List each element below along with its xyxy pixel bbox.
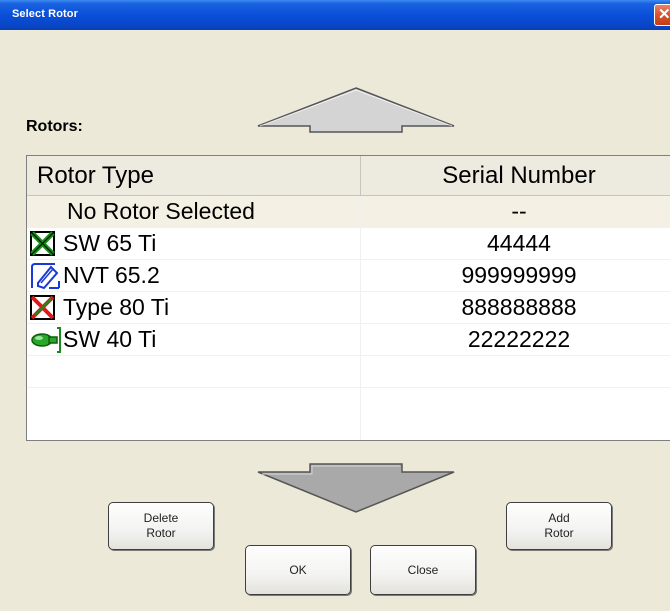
serial-number-cell: 999999999 bbox=[360, 260, 670, 291]
delete-rotor-button[interactable]: Delete Rotor bbox=[108, 502, 214, 550]
rotor-table: Rotor Type Serial Number No Rotor Select… bbox=[26, 155, 670, 441]
scroll-down-arrow-icon[interactable] bbox=[254, 462, 458, 516]
table-row[interactable]: SW 40 Ti 22222222 bbox=[27, 324, 670, 356]
rotor-type-cell: SW 65 Ti bbox=[63, 230, 157, 256]
add-rotor-label: Add Rotor bbox=[544, 511, 574, 540]
rotor-type-cell: NVT 65.2 bbox=[63, 262, 160, 288]
sw-bucket-rotor-icon bbox=[31, 327, 61, 353]
rotor-type-cell: No Rotor Selected bbox=[67, 198, 255, 224]
table-row[interactable]: SW 65 Ti 44444 bbox=[27, 228, 670, 260]
serial-number-cell: -- bbox=[360, 196, 670, 227]
window-close-button[interactable]: ✕ bbox=[654, 4, 670, 26]
table-row-empty bbox=[27, 388, 670, 440]
delete-rotor-label: Delete Rotor bbox=[143, 511, 179, 540]
close-icon: ✕ bbox=[658, 6, 670, 23]
rotor-type-cell: SW 40 Ti bbox=[63, 326, 157, 352]
table-row[interactable]: NVT 65.2 999999999 bbox=[27, 260, 670, 292]
serial-number-cell-empty bbox=[360, 356, 670, 387]
table-row-empty bbox=[27, 356, 670, 388]
column-header-rotor-type[interactable]: Rotor Type bbox=[37, 156, 154, 195]
ok-button[interactable]: OK bbox=[245, 545, 351, 595]
close-button[interactable]: Close bbox=[370, 545, 476, 595]
serial-number-cell: 44444 bbox=[360, 228, 670, 259]
fixed-angle-rotor-icon bbox=[30, 295, 55, 320]
add-rotor-button[interactable]: Add Rotor bbox=[506, 502, 612, 550]
table-row[interactable]: No Rotor Selected -- bbox=[27, 196, 670, 228]
serial-number-cell-empty bbox=[360, 388, 670, 440]
title-bar[interactable]: Select Rotor ✕ bbox=[0, 0, 670, 30]
nvt-rotor-icon bbox=[31, 263, 60, 290]
window-title: Select Rotor bbox=[12, 8, 78, 20]
rotor-type-cell: Type 80 Ti bbox=[63, 294, 170, 320]
serial-number-cell: 888888888 bbox=[360, 292, 670, 323]
scroll-up-arrow-icon[interactable] bbox=[254, 86, 458, 134]
table-header: Rotor Type Serial Number bbox=[27, 156, 670, 196]
table-row[interactable]: Type 80 Ti 888888888 bbox=[27, 292, 670, 324]
ok-label: OK bbox=[289, 563, 307, 577]
rotors-label: Rotors: bbox=[26, 118, 83, 135]
close-label: Close bbox=[407, 563, 439, 577]
select-rotor-dialog: Select Rotor ✕ Rotors: Rotor Type Serial… bbox=[0, 0, 670, 611]
sw-rotor-icon bbox=[30, 231, 55, 256]
serial-number-cell: 22222222 bbox=[360, 324, 670, 355]
column-header-serial-number[interactable]: Serial Number bbox=[360, 156, 670, 195]
